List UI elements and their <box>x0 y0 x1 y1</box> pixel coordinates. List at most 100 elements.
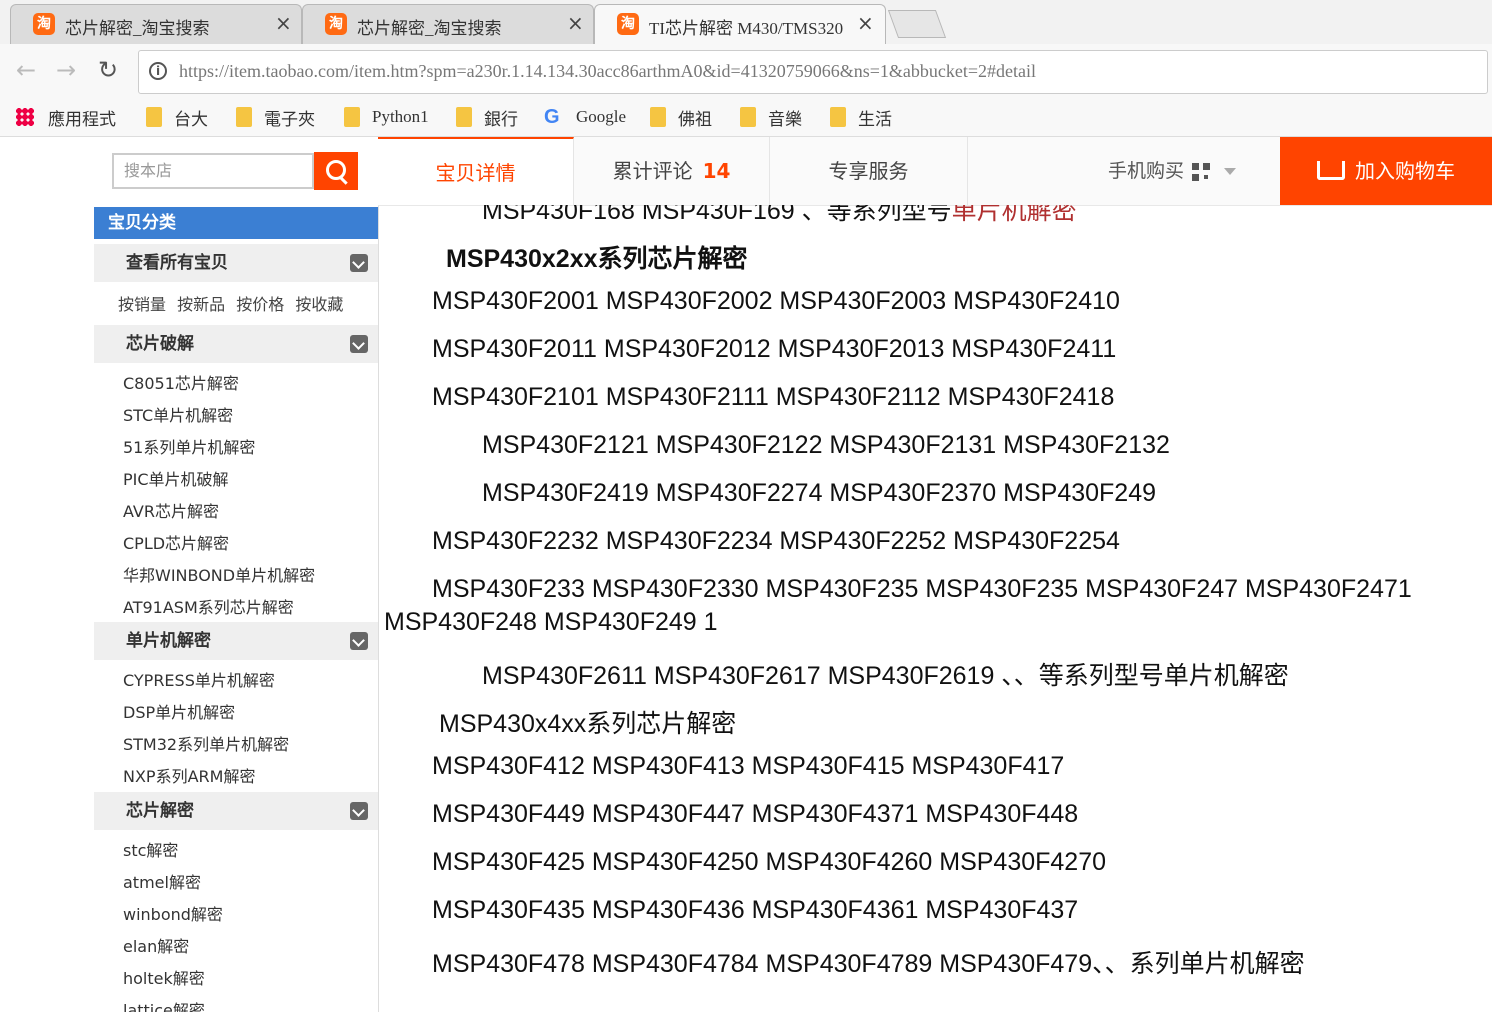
description-line: MSP430F425 MSP430F4250 MSP430F4260 MSP43… <box>432 848 1107 876</box>
shop-sidebar: 搜本店 宝贝分类 查看所有宝贝 按销量 按新品 按价格 按收藏 芯片破解 C80… <box>94 137 379 1012</box>
description-line: MSP430F233 MSP430F2330 MSP430F235 MSP430… <box>432 575 1412 603</box>
site-info-icon[interactable]: i <box>149 62 167 80</box>
url-text[interactable]: https://item.taobao.com/item.htm?spm=a23… <box>179 61 1036 82</box>
group-all-items[interactable]: 查看所有宝贝 <box>94 244 378 282</box>
category-link[interactable]: AT91ASM系列芯片解密 <box>123 594 294 618</box>
taobao-favicon-icon: 淘 <box>325 13 347 35</box>
tab-close-icon[interactable]: × <box>275 11 292 35</box>
tab-item-details[interactable]: 宝贝详情 <box>378 137 574 205</box>
description-line: MSP430F449 MSP430F447 MSP430F4371 MSP430… <box>432 800 1079 828</box>
category-link[interactable]: PIC单片机破解 <box>123 466 229 490</box>
taobao-favicon-icon: 淘 <box>33 13 55 35</box>
section-heading: MSP430x4xx系列芯片解密 <box>439 710 737 738</box>
bookmark-folder[interactable]: 生活 <box>830 104 892 130</box>
group-mcu-decrypt[interactable]: 单片机解密 <box>94 622 378 660</box>
category-link[interactable]: NXP系列ARM解密 <box>123 763 255 787</box>
tab-title: 芯片解密_淘宝搜索 <box>65 19 210 38</box>
bookmark-folder[interactable]: 台大 <box>146 104 208 130</box>
category-link[interactable]: atmel解密 <box>123 869 201 893</box>
category-link[interactable]: CYPRESS单片机解密 <box>123 667 275 691</box>
item-description: MSP430F168 MSP430F169 、等系列型号单片机解密 MSP430… <box>378 205 1492 1012</box>
description-line-cut: MSP430F168 MSP430F169 、等系列型号单片机解密 <box>482 205 1077 225</box>
group-chip-crack[interactable]: 芯片破解 <box>94 325 378 363</box>
category-header: 宝贝分类 <box>94 207 378 239</box>
bookmark-folder[interactable]: 音樂 <box>740 104 802 130</box>
description-line: MSP430F248 MSP430F249 1 <box>384 608 718 636</box>
browser-tabstrip: 淘 芯片解密_淘宝搜索 × 淘 芯片解密_淘宝搜索 × 淘 TI芯片解密 M43… <box>0 0 1492 44</box>
sort-by-price-link[interactable]: 按价格 <box>236 295 284 314</box>
tab-title: TI芯片解密 M430/TMS320 <box>649 19 844 38</box>
browser-toolbar: ← → ↻ i https://item.taobao.com/item.htm… <box>0 44 1492 101</box>
description-line: MSP430F478 MSP430F4784 MSP430F4789 MSP43… <box>432 950 1305 978</box>
description-line: MSP430F2611 MSP430F2617 MSP430F2619 、、等系… <box>482 662 1289 690</box>
forward-arrow-icon[interactable]: → <box>56 56 76 84</box>
bookmark-google[interactable]: G Google <box>544 104 626 130</box>
group-chip-decrypt[interactable]: 芯片解密 <box>94 792 378 830</box>
bookmark-folder[interactable]: 佛祖 <box>650 104 712 130</box>
collapse-icon[interactable] <box>350 254 368 272</box>
folder-icon <box>344 107 360 127</box>
reload-icon[interactable]: ↻ <box>98 56 118 84</box>
tab-reviews[interactable]: 累计评论 14 <box>574 137 770 205</box>
shop-search-input[interactable]: 搜本店 <box>112 153 314 189</box>
category-link[interactable]: lattice解密 <box>123 997 205 1012</box>
category-link[interactable]: AVR芯片解密 <box>123 498 219 522</box>
folder-icon <box>146 107 162 127</box>
collapse-icon[interactable] <box>350 632 368 650</box>
new-tab-button[interactable] <box>887 10 947 38</box>
add-to-cart-button[interactable]: 加入购物车 <box>1280 137 1492 205</box>
bookmark-apps[interactable]: 應用程式 <box>16 104 116 130</box>
category-link[interactable]: 51系列单片机解密 <box>123 434 255 458</box>
tab-close-icon[interactable]: × <box>567 11 584 35</box>
bookmark-folder[interactable]: 銀行 <box>456 104 518 130</box>
description-line: MSP430F435 MSP430F436 MSP430F4361 MSP430… <box>432 896 1079 924</box>
folder-icon <box>650 107 666 127</box>
folder-icon <box>830 107 846 127</box>
sort-links: 按销量 按新品 按价格 按收藏 <box>118 291 349 315</box>
folder-icon <box>236 107 252 127</box>
category-link[interactable]: holtek解密 <box>123 965 205 989</box>
sort-by-new-link[interactable]: 按新品 <box>177 295 225 314</box>
collapse-icon[interactable] <box>350 802 368 820</box>
tab-exclusive-service[interactable]: 专享服务 <box>770 137 968 205</box>
address-bar[interactable]: i https://item.taobao.com/item.htm?spm=a… <box>138 50 1488 94</box>
tab-close-icon[interactable]: × <box>857 11 874 35</box>
taobao-favicon-icon: 淘 <box>617 13 639 35</box>
category-link[interactable]: STC单片机解密 <box>123 402 233 426</box>
review-count: 14 <box>702 159 731 183</box>
bookmark-folder[interactable]: 電子夾 <box>236 104 315 130</box>
sort-by-sales-link[interactable]: 按销量 <box>118 295 166 314</box>
cart-icon <box>1317 161 1345 180</box>
back-arrow-icon[interactable]: ← <box>16 56 36 84</box>
browser-tab-3-active[interactable]: 淘 TI芯片解密 M430/TMS320 × <box>594 4 886 44</box>
apps-grid-icon <box>16 108 34 126</box>
description-line: MSP430F2419 MSP430F2274 MSP430F2370 MSP4… <box>482 479 1157 507</box>
tab-title: 芯片解密_淘宝搜索 <box>357 19 502 38</box>
category-link[interactable]: 华邦WINBOND单片机解密 <box>123 562 315 586</box>
mobile-buy-button[interactable]: 手机购买 <box>1108 137 1237 205</box>
collapse-icon[interactable] <box>350 335 368 353</box>
bookmarks-bar: 應用程式 台大 電子夾 Python1 銀行 G Google 佛祖 音樂 生活 <box>0 100 1492 137</box>
description-line: MSP430F2011 MSP430F2012 MSP430F2013 MSP4… <box>432 335 1117 363</box>
browser-tab-1[interactable]: 淘 芯片解密_淘宝搜索 × <box>10 4 302 44</box>
sort-by-favorites-link[interactable]: 按收藏 <box>295 295 343 314</box>
folder-icon <box>740 107 756 127</box>
category-link[interactable]: CPLD芯片解密 <box>123 530 229 554</box>
category-link[interactable]: C8051芯片解密 <box>123 370 239 394</box>
taobao-item-page: 搜本店 宝贝分类 查看所有宝贝 按销量 按新品 按价格 按收藏 芯片破解 C80… <box>0 137 1492 1012</box>
bookmark-folder[interactable]: Python1 <box>344 104 429 130</box>
category-link[interactable]: stc解密 <box>123 837 178 861</box>
category-link[interactable]: STM32系列单片机解密 <box>123 731 289 755</box>
category-link[interactable]: elan解密 <box>123 933 189 957</box>
description-line: MSP430F2121 MSP430F2122 MSP430F2131 MSP4… <box>482 431 1170 459</box>
description-line: MSP430F2101 MSP430F2111 MSP430F2112 MSP4… <box>432 383 1115 411</box>
detail-tabbar: 宝贝详情 累计评论 14 专享服务 手机购买 加入购物车 <box>378 137 1492 206</box>
description-line: MSP430F2001 MSP430F2002 MSP430F2003 MSP4… <box>432 287 1120 315</box>
qr-code-icon <box>1192 162 1211 181</box>
shop-search-button[interactable] <box>314 152 358 190</box>
description-line: MSP430F2232 MSP430F2234 MSP430F2252 MSP4… <box>432 527 1120 555</box>
section-heading: MSP430x2xx系列芯片解密 <box>446 245 748 273</box>
category-link[interactable]: DSP单片机解密 <box>123 699 235 723</box>
browser-tab-2[interactable]: 淘 芯片解密_淘宝搜索 × <box>302 4 594 44</box>
category-link[interactable]: winbond解密 <box>123 901 223 925</box>
